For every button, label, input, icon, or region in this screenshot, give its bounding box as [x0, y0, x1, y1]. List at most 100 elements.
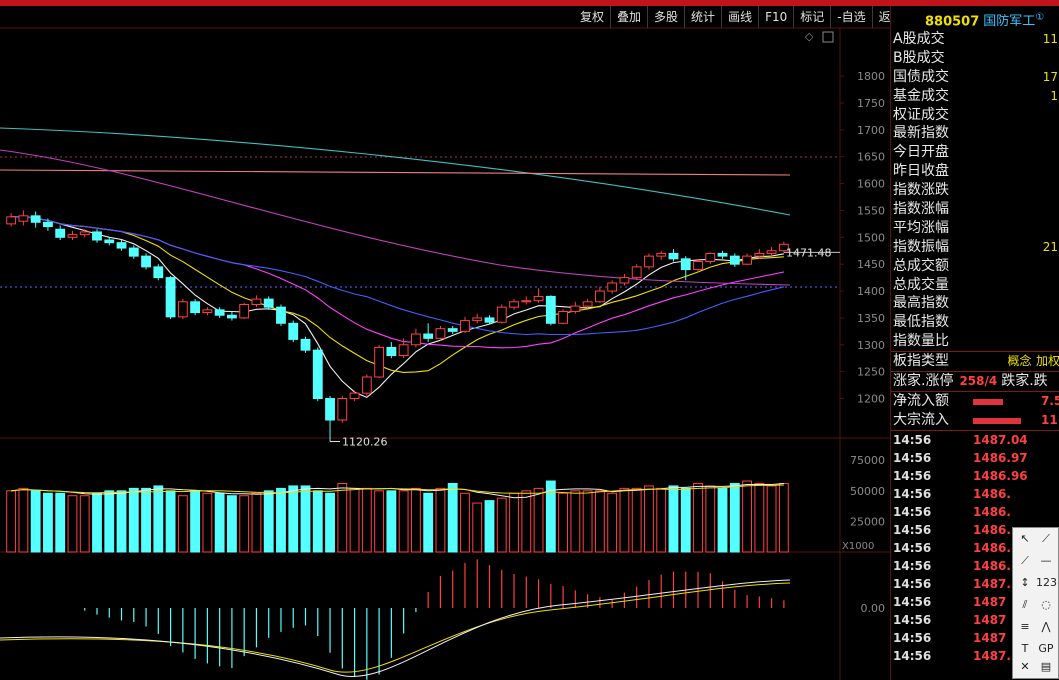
stat-row: A股成交 11 — [893, 31, 1058, 47]
volume-bar — [92, 492, 102, 553]
candle — [717, 250, 728, 259]
tick-row: 14:56 1486. — [893, 504, 1011, 519]
f10-button[interactable]: F10 — [759, 6, 795, 28]
candle — [742, 253, 752, 266]
index-name[interactable]: 国防军工 — [983, 14, 1035, 29]
volume-bar — [435, 487, 446, 553]
line-tool-icon[interactable]: ⟋ — [1036, 530, 1056, 548]
candle — [300, 336, 311, 353]
stat-row: 指数量比 — [893, 333, 949, 350]
price-tick-label: 1400 — [857, 285, 885, 298]
mark-button[interactable]: 标记 — [794, 6, 832, 28]
candle — [386, 342, 397, 359]
price-tick-label: 1750 — [857, 97, 885, 110]
gp-tool-icon[interactable]: GP — [1036, 640, 1056, 658]
candle — [104, 237, 115, 246]
quote-title: 880507 国防军工① — [891, 6, 1059, 30]
volume-bar — [79, 495, 90, 553]
volume-bar — [594, 490, 605, 553]
volume-bar — [582, 490, 593, 553]
vertical-line-icon[interactable]: ↕ — [1015, 574, 1035, 592]
tick-row: 14:56 1486.97 — [893, 450, 1028, 465]
multi-stock-button[interactable]: 多股 — [648, 6, 686, 28]
restore-rights-button[interactable]: 复权 — [574, 6, 612, 28]
volume-bar — [361, 487, 372, 553]
drawing-toolbox: ↖ ⟋ ⟋ — ↕ 123 ⫽ ◌ ≡ ⋀ T GP ✕ ▤ — [1012, 527, 1059, 679]
candle — [410, 328, 421, 348]
candle — [533, 288, 544, 303]
kline-chart[interactable]: 1200 1250 1300 1350 1400 1450 1500 1550 1600 1650… — [0, 0, 890, 680]
volume-bar — [778, 482, 789, 553]
stat-row: 总成交量 — [893, 276, 949, 293]
volume-unit-label: X1000 — [842, 541, 874, 552]
horizontal-line-icon[interactable]: — — [1036, 552, 1056, 570]
volume-bar — [570, 490, 581, 553]
draw-line-button[interactable]: 画线 — [722, 6, 760, 28]
candle — [177, 299, 188, 319]
volume-bar — [337, 482, 348, 553]
stack-tool-icon[interactable]: ▤ — [1036, 658, 1056, 676]
fibonacci-icon[interactable]: ≡ — [1015, 618, 1035, 636]
fan-tool-icon[interactable]: ⋀ — [1036, 618, 1056, 636]
candle — [226, 311, 237, 321]
volume-bar — [386, 490, 397, 553]
watchlist-button[interactable]: -自选 — [831, 6, 873, 28]
volume-bar — [644, 485, 654, 553]
volume-bar — [496, 497, 507, 553]
cursor-icon[interactable]: ↖ — [1015, 530, 1035, 548]
index-badge: ① — [1035, 12, 1045, 23]
candle — [190, 299, 201, 316]
price-tick-label: 1500 — [857, 231, 885, 244]
candle — [349, 390, 360, 402]
candle — [165, 276, 176, 319]
volume-bar — [288, 485, 299, 553]
volume-bar — [607, 492, 618, 553]
low-price-label: 1120.26 — [342, 435, 388, 448]
stat-row: 今日开盘 — [893, 144, 949, 161]
price-tick-label: 1350 — [857, 312, 885, 325]
volume-bar — [276, 487, 286, 553]
volume-bar — [484, 500, 495, 553]
flow-bar — [973, 398, 1003, 405]
stat-row: 最低指数 — [893, 314, 949, 331]
diamond-icon[interactable]: ◇ — [805, 30, 814, 43]
eraser-icon[interactable]: ✕ — [1015, 658, 1035, 676]
candle — [325, 395, 335, 442]
square-icon[interactable] — [822, 31, 834, 43]
volume-bar — [43, 492, 53, 553]
candle — [705, 252, 716, 265]
macd-dea-line — [0, 582, 791, 673]
volume-bar — [177, 495, 188, 553]
parallel-line-icon[interactable]: ⫽ — [1015, 596, 1035, 614]
advance-decline-row: 涨家.涨停 258/4 跌家.跌 — [893, 373, 1048, 390]
candle — [521, 296, 532, 305]
arc-tool-icon[interactable]: ◌ — [1036, 596, 1056, 614]
ma10-line — [11, 215, 784, 373]
ray-tool-icon[interactable]: ⟋ — [1015, 552, 1035, 570]
stat-row: 国债成交 17 — [893, 68, 1058, 85]
volume-bar — [190, 490, 201, 553]
statistics-button[interactable]: 统计 — [685, 6, 723, 28]
candle — [423, 323, 434, 343]
candle — [435, 325, 446, 341]
volume-bar — [533, 487, 544, 553]
candlesticks — [6, 210, 789, 442]
candle — [607, 280, 618, 294]
volume-bar — [447, 482, 458, 553]
volume-bar — [742, 480, 752, 553]
ma120-line — [0, 127, 791, 216]
candle — [312, 347, 323, 402]
volume-bar — [128, 487, 139, 553]
price-tick-label: 1200 — [857, 393, 885, 406]
number-tool-icon[interactable]: 123 — [1036, 574, 1057, 592]
price-tick-label: 1250 — [857, 366, 885, 379]
volume-bar — [141, 487, 151, 553]
overlay-button[interactable]: 叠加 — [611, 6, 649, 28]
stat-row: 权证成交 — [893, 106, 949, 123]
text-tool-icon[interactable]: T — [1015, 640, 1035, 658]
volume-bar — [214, 492, 225, 553]
volume-bar — [509, 492, 519, 553]
candle — [570, 301, 581, 314]
volume-bar — [766, 485, 777, 553]
stat-row: 平均涨幅 — [893, 219, 949, 236]
